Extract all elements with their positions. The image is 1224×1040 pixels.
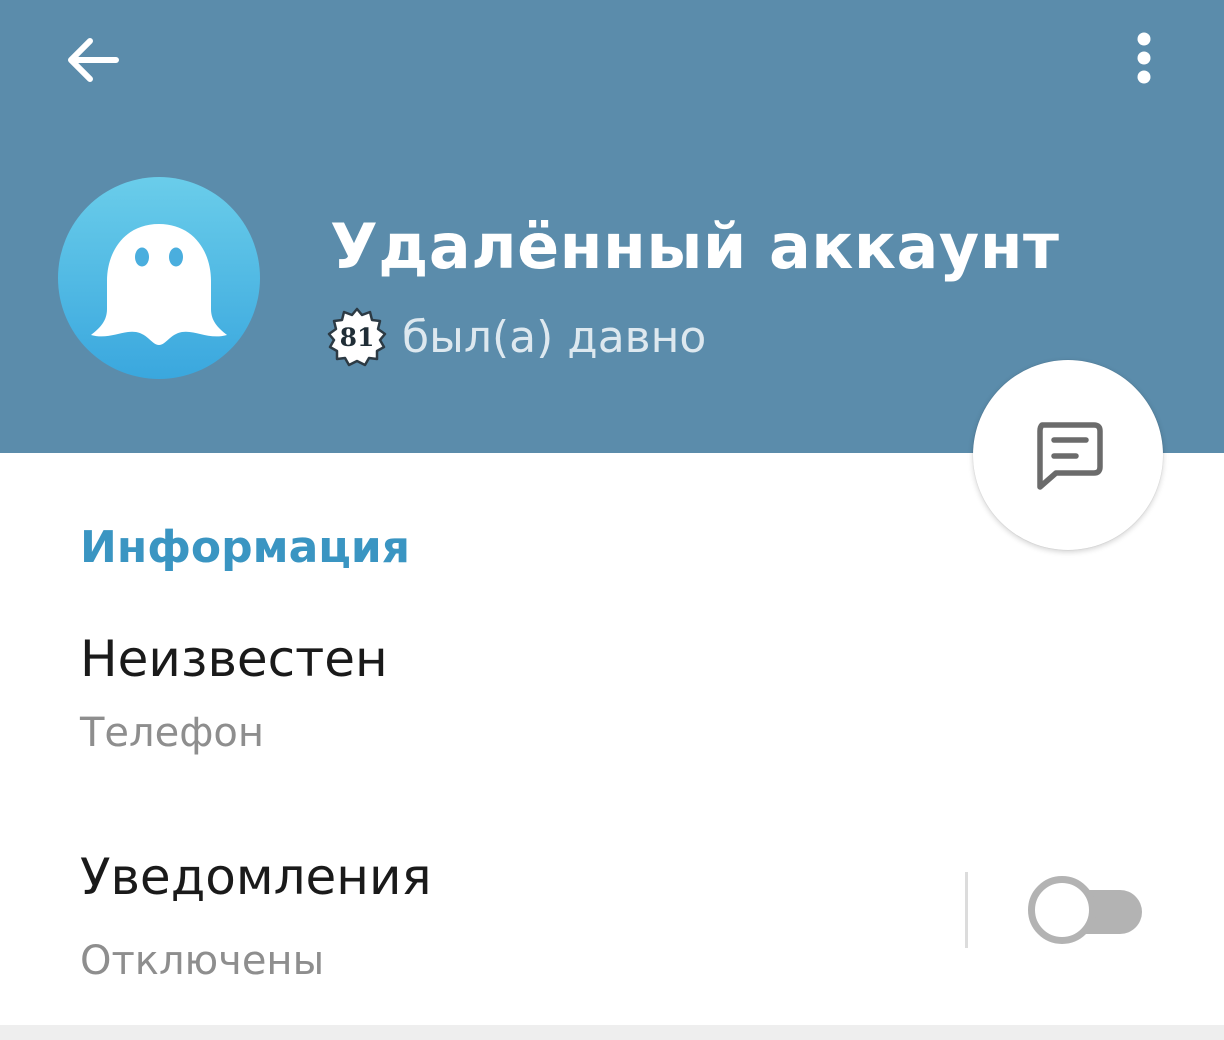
arrow-left-icon [68,38,119,82]
notifications-status: Отключены [80,938,325,984]
rating-badge[interactable]: 81 [326,306,388,368]
notifications-title: Уведомления [80,848,432,906]
notifications-toggle[interactable] [1028,876,1144,944]
toggle-knob [1028,876,1096,944]
phone-value: Неизвестен [80,630,388,688]
info-section-title: Информация [80,522,410,573]
profile-name: Удалённый аккаунт [330,210,1060,283]
status-row: 81 был(а) давно [326,306,706,368]
section-divider [0,1025,1224,1040]
message-icon [1037,422,1103,490]
more-options-button[interactable] [1118,26,1170,96]
row-divider [965,872,968,948]
last-seen-status: был(а) давно [402,311,707,363]
badge-number: 81 [339,322,375,352]
avatar[interactable] [58,177,260,379]
back-button[interactable] [58,28,126,92]
ghost-icon [91,224,227,345]
phone-row[interactable]: Неизвестен Телефон [0,610,1224,780]
profile-screen: Удалённый аккаунт 81 был(а) давно Информ… [0,0,1224,1040]
phone-label: Телефон [80,710,265,756]
send-message-button[interactable] [973,360,1163,550]
more-vertical-icon [1137,32,1151,84]
